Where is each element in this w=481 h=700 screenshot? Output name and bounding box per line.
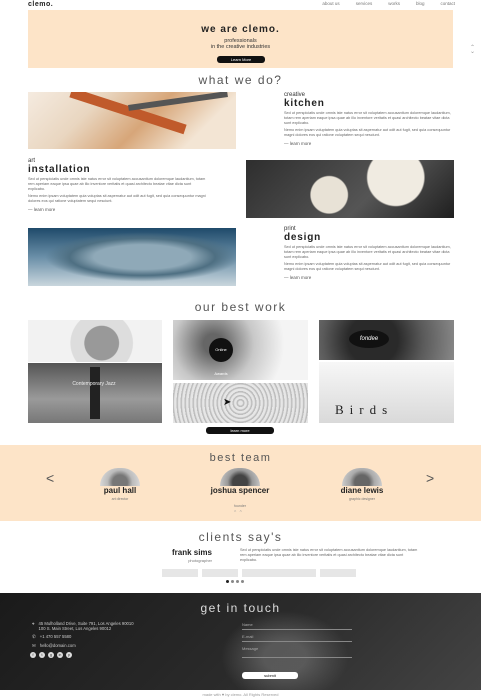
- service-kitchen: creative kitchen Sed ut perspiciatis und…: [284, 92, 454, 146]
- work-jazz-label: Contemporary Jazz: [72, 381, 116, 387]
- hero-banner: we are clemo. professionals in the creat…: [28, 10, 475, 68]
- work-title: our best work: [194, 300, 287, 314]
- client-logo: [202, 569, 238, 577]
- hero-title: we are clemo.: [201, 24, 280, 35]
- contact-info: ⌖ 45 Mulholland Drive, Suite 791, Los An…: [32, 621, 232, 649]
- arrow-graphic-icon: ➤: [223, 397, 232, 408]
- client-logo: [162, 569, 198, 577]
- service-print-text1: Sed ut perspiciatis unde omnis iste natu…: [284, 245, 451, 259]
- client-logo: [320, 569, 356, 577]
- pagination-dot[interactable]: [226, 580, 229, 583]
- team-title: best team: [209, 452, 272, 464]
- name-field[interactable]: Name: [242, 622, 352, 630]
- client-quote: Sed ut perspiciatis unde omnis iste natu…: [240, 548, 418, 562]
- nav-menu: about us services works blog contact: [322, 1, 455, 6]
- contact-phone: ✆ +1 470 557 5580: [32, 634, 232, 640]
- message-field[interactable]: Message: [242, 646, 352, 658]
- submit-button[interactable]: submit: [242, 672, 298, 679]
- pagination-dot[interactable]: [241, 580, 244, 583]
- print-design-image: [28, 228, 236, 286]
- kitchen-image: [28, 92, 236, 149]
- service-print: print design Sed ut perspiciatis unde om…: [284, 226, 454, 280]
- team-name-diane: diane lewis: [340, 486, 384, 495]
- map-pin-icon: ⌖: [32, 621, 35, 626]
- team-role-joshua: founder: [234, 504, 246, 508]
- work-learn-more-button[interactable]: learn more: [206, 427, 274, 434]
- work-tile-jazz[interactable]: Contemporary Jazz: [28, 363, 162, 423]
- pagination-dot[interactable]: [236, 580, 239, 583]
- phone-icon: ✆: [32, 634, 36, 639]
- team-name-paul: paul hall: [103, 486, 137, 495]
- service-print-title: design: [284, 232, 322, 243]
- services-title: what we do?: [198, 73, 283, 87]
- social-links: f t g in p: [30, 652, 72, 658]
- service-installation-title: installation: [28, 164, 91, 175]
- contact-form: Name E-mail Message: [242, 622, 352, 658]
- service-kitchen-more-link[interactable]: learn more: [284, 141, 454, 146]
- work-awards-badge: Online Awards: [209, 338, 233, 376]
- service-installation-text1: Sed ut perspiciatis unde omnis iste natu…: [28, 177, 206, 191]
- work-tile-arrows[interactable]: ➤: [173, 383, 308, 423]
- nav-item-about[interactable]: about us: [322, 1, 339, 6]
- scroll-arrows-icon[interactable]: ⌃ ⌄: [470, 45, 475, 55]
- client-logo: [242, 569, 316, 577]
- work-tile-fondee[interactable]: fondee: [319, 320, 454, 360]
- contact-address: ⌖ 45 Mulholland Drive, Suite 791, Los An…: [32, 621, 232, 631]
- contact-phone-text[interactable]: +1 470 557 5580: [40, 634, 72, 640]
- service-kitchen-text1: Sed ut perspiciatis unde omnis iste natu…: [284, 111, 451, 125]
- service-print-text2: Nemo enim ipsam voluptatem quia voluptas…: [284, 262, 451, 271]
- work-tile-awards[interactable]: Online Awards: [173, 320, 308, 380]
- team-next-arrow[interactable]: >: [426, 470, 434, 486]
- service-kitchen-text2: Nemo enim ipsam voluptatem quia voluptas…: [284, 128, 451, 137]
- client-name: frank sims: [171, 548, 212, 557]
- nav-item-works[interactable]: works: [388, 1, 400, 6]
- team-role-paul: art director: [111, 497, 129, 501]
- work-tile-portrait[interactable]: [28, 320, 162, 362]
- contact-email-text[interactable]: hello@domain.com: [40, 643, 76, 649]
- clients-title: clients say's: [198, 530, 283, 544]
- service-print-more-link[interactable]: learn more: [284, 275, 454, 280]
- pagination-dot[interactable]: [231, 580, 234, 583]
- hero-subtitle-line2: in the creative industries: [210, 44, 271, 50]
- contact-title: get in touch: [200, 601, 281, 615]
- contact-email: ✉ hello@domain.com: [32, 643, 232, 649]
- team-prev-arrow[interactable]: <: [46, 470, 54, 486]
- client-logos: [162, 569, 356, 577]
- hero-learn-more-button[interactable]: Learn More: [217, 56, 265, 63]
- top-nav: clemo. about us services works blog cont…: [0, 0, 481, 10]
- contact-address-line2: 100 S. Main Street, Los Angeles 90012: [38, 626, 112, 631]
- email-field[interactable]: E-mail: [242, 634, 352, 642]
- guitar-shape: [90, 367, 100, 419]
- twitter-icon[interactable]: t: [39, 652, 45, 658]
- installation-image: [246, 160, 454, 218]
- facebook-icon[interactable]: f: [30, 652, 36, 658]
- nav-item-services[interactable]: services: [356, 1, 373, 6]
- work-birds-label: Birds: [335, 402, 394, 417]
- service-kitchen-title: kitchen: [284, 98, 325, 109]
- service-installation: art installation Sed ut perspiciatis und…: [28, 158, 208, 212]
- team-role-diane: graphic designer: [349, 497, 375, 501]
- service-installation-text2: Nemo enim ipsam voluptatem quia voluptas…: [28, 194, 206, 203]
- team-name-joshua: joshua spencer: [210, 486, 270, 495]
- linkedin-icon[interactable]: in: [57, 652, 63, 658]
- work-fondee-label: fondee: [349, 330, 389, 348]
- google-plus-icon[interactable]: g: [48, 652, 54, 658]
- footer-text: made with ♥ by clemo. All Rights Reserve…: [0, 690, 481, 700]
- client-pagination: [226, 580, 244, 583]
- service-installation-more-link[interactable]: learn more: [28, 207, 208, 212]
- nav-item-contact[interactable]: contact: [440, 1, 455, 6]
- client-role: photographer: [188, 558, 212, 563]
- brand-logo[interactable]: clemo.: [28, 1, 53, 8]
- nav-item-blog[interactable]: blog: [416, 1, 425, 6]
- work-tile-birds[interactable]: Birds: [319, 362, 454, 423]
- pinterest-icon[interactable]: p: [66, 652, 72, 658]
- hero-subtitle: professionals in the creative industries: [28, 38, 453, 50]
- envelope-icon: ✉: [32, 643, 36, 648]
- team-scroll-icon[interactable]: ⌃ ⌃: [233, 510, 243, 516]
